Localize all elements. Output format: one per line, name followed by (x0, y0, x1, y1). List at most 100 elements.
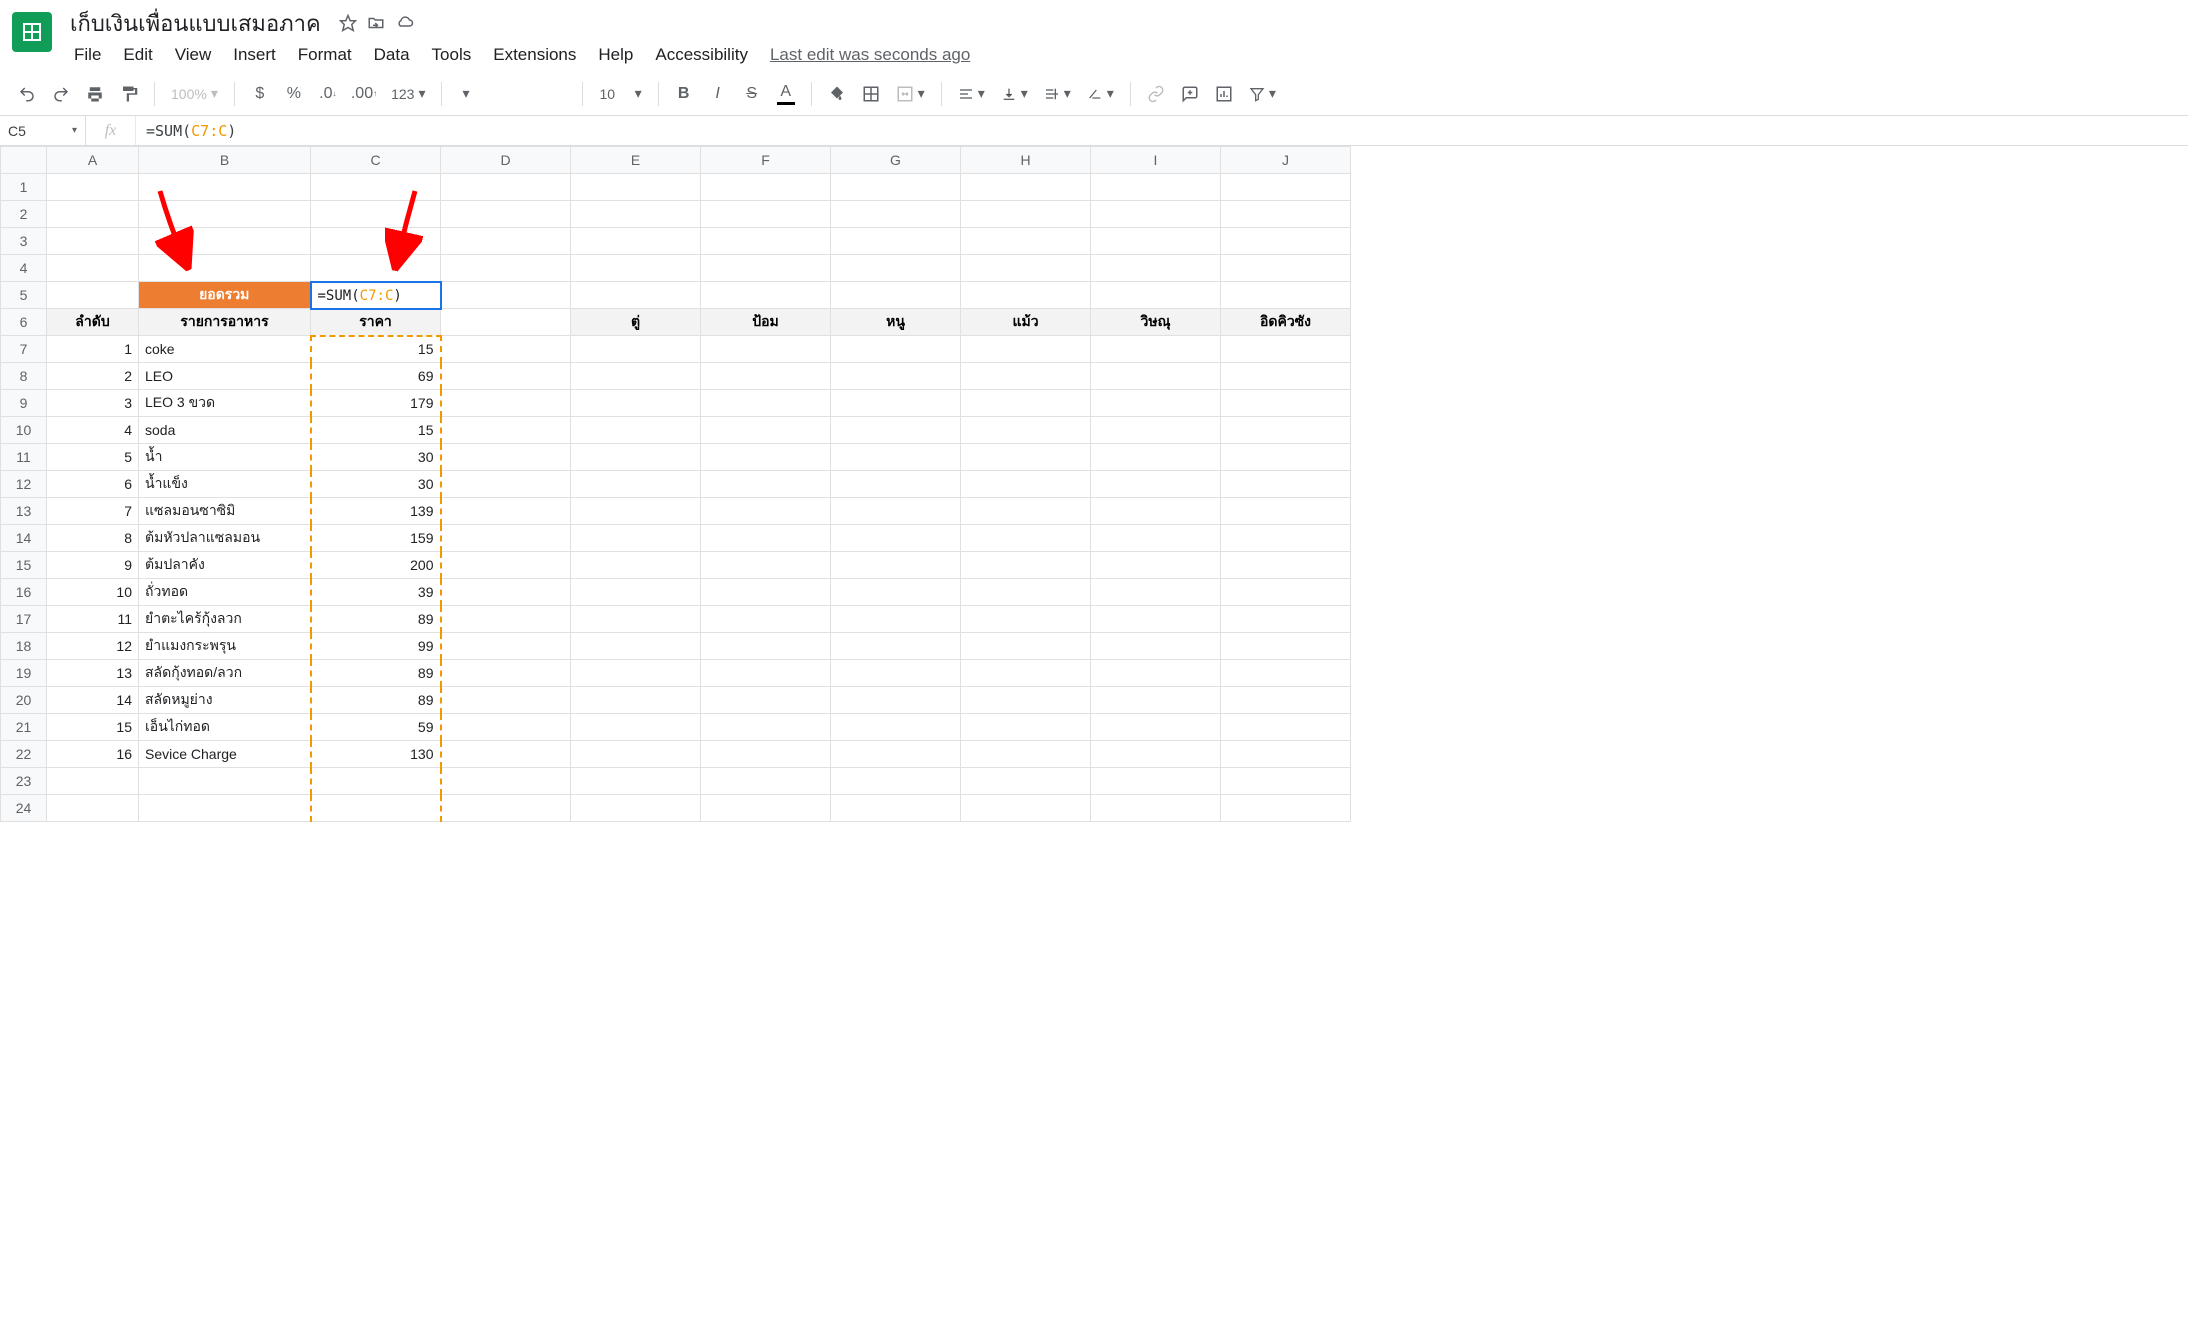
row-header-16[interactable]: 16 (1, 579, 47, 606)
cell-F15[interactable] (701, 552, 831, 579)
cell-A19[interactable]: 13 (47, 660, 139, 687)
cell-B1[interactable] (139, 174, 311, 201)
cell-B6[interactable]: รายการอาหาร (139, 309, 311, 336)
cell-E1[interactable] (571, 174, 701, 201)
row-header-5[interactable]: 5 (1, 282, 47, 309)
insert-chart-button[interactable] (1209, 79, 1239, 109)
cell-B15[interactable]: ต้มปลาคัง (139, 552, 311, 579)
more-formats-dropdown[interactable]: 123 ▾ (385, 79, 431, 109)
strikethrough-button[interactable]: S (737, 79, 767, 109)
formula-bar[interactable]: =SUM(C7:C) (136, 122, 2188, 140)
cell-D16[interactable] (441, 579, 571, 606)
cell-F2[interactable] (701, 201, 831, 228)
cell-C3[interactable] (311, 228, 441, 255)
cell-C20[interactable]: 89 (311, 687, 441, 714)
cell-I2[interactable] (1091, 201, 1221, 228)
cell-D11[interactable] (441, 444, 571, 471)
cell-C9[interactable]: 179 (311, 390, 441, 417)
cell-E7[interactable] (571, 336, 701, 363)
cell-I23[interactable] (1091, 768, 1221, 795)
cell-G16[interactable] (831, 579, 961, 606)
cell-G2[interactable] (831, 201, 961, 228)
cell-G10[interactable] (831, 417, 961, 444)
cell-D3[interactable] (441, 228, 571, 255)
cell-C15[interactable]: 200 (311, 552, 441, 579)
cell-F13[interactable] (701, 498, 831, 525)
cell-I3[interactable] (1091, 228, 1221, 255)
cell-E19[interactable] (571, 660, 701, 687)
cell-A13[interactable]: 7 (47, 498, 139, 525)
cell-A11[interactable]: 5 (47, 444, 139, 471)
cell-C19[interactable]: 89 (311, 660, 441, 687)
cell-B2[interactable] (139, 201, 311, 228)
cell-F23[interactable] (701, 768, 831, 795)
cell-G4[interactable] (831, 255, 961, 282)
cell-F6[interactable]: ป้อม (701, 309, 831, 336)
cell-H17[interactable] (961, 606, 1091, 633)
cell-I16[interactable] (1091, 579, 1221, 606)
cell-F5[interactable] (701, 282, 831, 309)
cell-I8[interactable] (1091, 363, 1221, 390)
cell-C13[interactable]: 139 (311, 498, 441, 525)
cell-G21[interactable] (831, 714, 961, 741)
cell-A22[interactable]: 16 (47, 741, 139, 768)
document-title[interactable]: เก็บเงินเพื่อนแบบเสมอภาค (64, 4, 327, 43)
cell-F14[interactable] (701, 525, 831, 552)
cell-F8[interactable] (701, 363, 831, 390)
move-folder-icon[interactable] (367, 14, 385, 32)
cell-E4[interactable] (571, 255, 701, 282)
cell-D18[interactable] (441, 633, 571, 660)
star-icon[interactable] (339, 14, 357, 32)
cell-E18[interactable] (571, 633, 701, 660)
column-header-B[interactable]: B (139, 147, 311, 174)
row-header-14[interactable]: 14 (1, 525, 47, 552)
zoom-dropdown[interactable]: 100% ▾ (165, 79, 224, 109)
cell-A1[interactable] (47, 174, 139, 201)
cell-C21[interactable]: 59 (311, 714, 441, 741)
column-header-C[interactable]: C (311, 147, 441, 174)
column-header-I[interactable]: I (1091, 147, 1221, 174)
merge-cells-dropdown[interactable]: ▾ (890, 79, 931, 109)
text-rotation-dropdown[interactable]: ▾ (1081, 79, 1120, 109)
borders-button[interactable] (856, 79, 886, 109)
cell-A18[interactable]: 12 (47, 633, 139, 660)
cell-I20[interactable] (1091, 687, 1221, 714)
cell-A21[interactable]: 15 (47, 714, 139, 741)
cell-D12[interactable] (441, 471, 571, 498)
cell-D15[interactable] (441, 552, 571, 579)
cell-A8[interactable]: 2 (47, 363, 139, 390)
cell-J21[interactable] (1221, 714, 1351, 741)
cell-D5[interactable] (441, 282, 571, 309)
cell-J6[interactable]: อิดคิวซัง (1221, 309, 1351, 336)
menu-insert[interactable]: Insert (223, 41, 286, 69)
cell-F21[interactable] (701, 714, 831, 741)
cell-E5[interactable] (571, 282, 701, 309)
cell-A20[interactable]: 14 (47, 687, 139, 714)
cell-J4[interactable] (1221, 255, 1351, 282)
cell-I13[interactable] (1091, 498, 1221, 525)
cell-B14[interactable]: ต้มหัวปลาแซลมอน (139, 525, 311, 552)
cell-F11[interactable] (701, 444, 831, 471)
cell-A7[interactable]: 1 (47, 336, 139, 363)
cell-F7[interactable] (701, 336, 831, 363)
cell-G9[interactable] (831, 390, 961, 417)
cell-B7[interactable]: coke (139, 336, 311, 363)
cell-A14[interactable]: 8 (47, 525, 139, 552)
cell-A4[interactable] (47, 255, 139, 282)
cell-D23[interactable] (441, 768, 571, 795)
cell-C22[interactable]: 130 (311, 741, 441, 768)
row-header-17[interactable]: 17 (1, 606, 47, 633)
spreadsheet-grid[interactable]: ABCDEFGHIJ12345ยอดรวม1430×=SUM(C7:C)6ลำด… (0, 146, 2188, 822)
cell-A3[interactable] (47, 228, 139, 255)
row-header-9[interactable]: 9 (1, 390, 47, 417)
column-header-E[interactable]: E (571, 147, 701, 174)
cell-I22[interactable] (1091, 741, 1221, 768)
row-header-15[interactable]: 15 (1, 552, 47, 579)
cell-E21[interactable] (571, 714, 701, 741)
cell-H3[interactable] (961, 228, 1091, 255)
last-edit-link[interactable]: Last edit was seconds ago (760, 41, 980, 69)
row-header-1[interactable]: 1 (1, 174, 47, 201)
cell-I6[interactable]: วิษณุ (1091, 309, 1221, 336)
cell-J17[interactable] (1221, 606, 1351, 633)
row-header-20[interactable]: 20 (1, 687, 47, 714)
